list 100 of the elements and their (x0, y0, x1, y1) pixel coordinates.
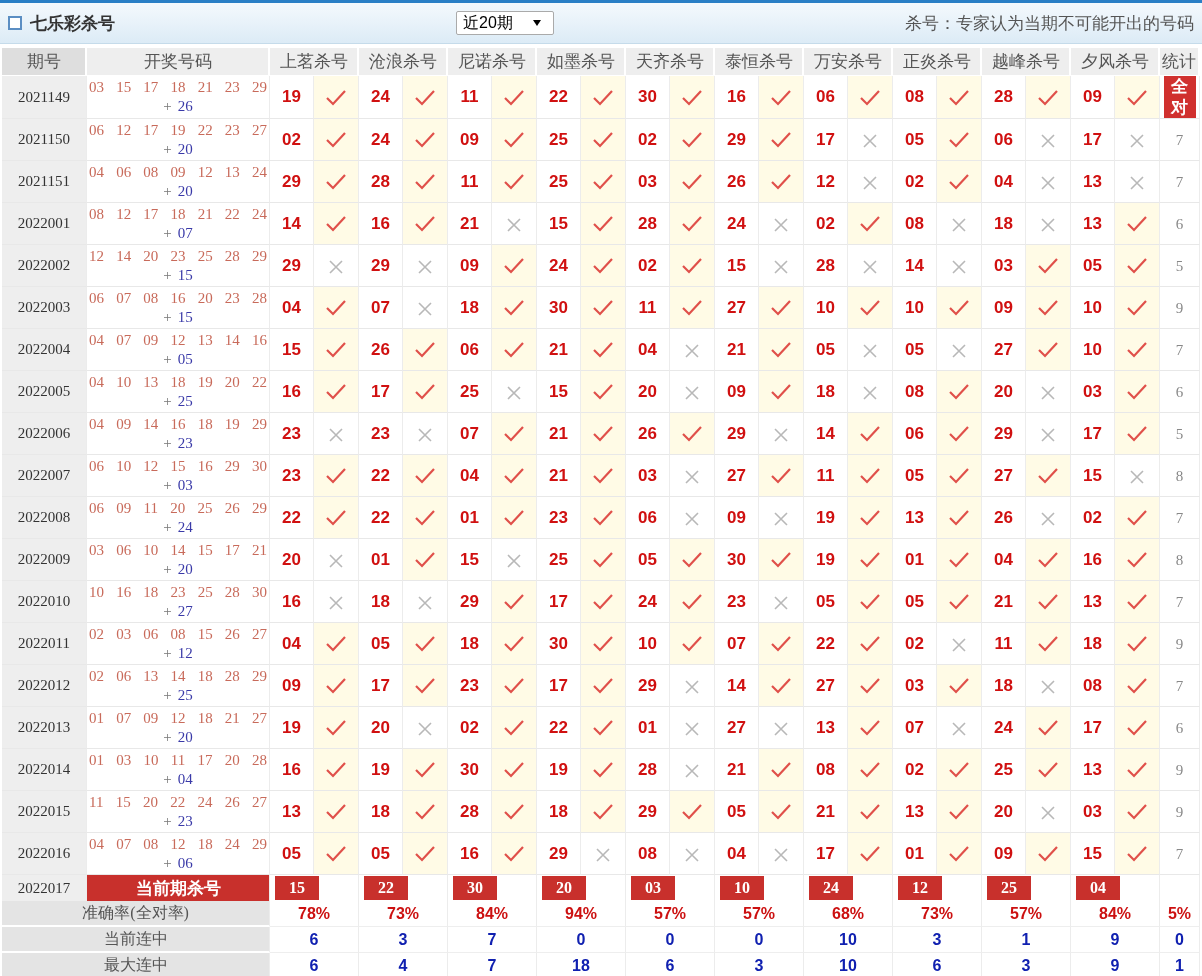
period-cell: 2021151 (2, 161, 87, 203)
draw-number: 12 (170, 708, 186, 728)
draw-number: 29 (224, 456, 240, 476)
draw-number: 25 (197, 582, 213, 602)
kill-number: 23 (359, 413, 403, 455)
kill-number: 04 (626, 329, 670, 371)
draw-number: 21 (251, 540, 267, 560)
draw-number: 27 (251, 708, 267, 728)
kill-number: 16 (270, 581, 314, 623)
draw-number: 15 (197, 624, 213, 644)
draw-number: 11 (89, 792, 104, 812)
summary-value: 3 (932, 930, 942, 948)
kill-number: 18 (982, 665, 1026, 707)
current-kill-number: 10 (720, 876, 764, 900)
draw-number: 08 (89, 204, 104, 224)
plus-sign: + (163, 391, 172, 411)
draw-number: 16 (251, 330, 267, 350)
draw-number: 23 (170, 246, 186, 266)
all-correct-badge: 全对 (1163, 76, 1196, 118)
hit-count: 9 (1175, 803, 1184, 820)
kill-number: 09 (715, 497, 759, 539)
draw-number: 16 (170, 414, 186, 434)
kill-number: 15 (1071, 455, 1115, 497)
draw-number: 10 (116, 372, 132, 392)
draw-number: 22 (224, 204, 240, 224)
plus-sign: + (163, 349, 172, 369)
kill-number: 17 (1071, 119, 1115, 161)
draw-number: 13 (224, 162, 240, 182)
draw-number: 24 (197, 792, 213, 812)
summary-value: 94% (565, 904, 597, 922)
hit-count: 7 (1175, 131, 1184, 148)
summary-value: 84% (476, 904, 508, 922)
draw-number: 06 (89, 288, 104, 308)
draw-number: 16 (170, 288, 186, 308)
draw-number: 14 (170, 540, 186, 560)
draw-number: 17 (224, 540, 240, 560)
current-kill-label: 当前期杀号 (87, 875, 270, 901)
plus-sign: + (163, 811, 172, 831)
caret-icon (533, 20, 541, 26)
draw-number: 01 (89, 708, 104, 728)
draw-number: 08 (143, 162, 159, 182)
draw-number: 10 (143, 750, 159, 770)
current-kill-number: 25 (987, 876, 1031, 900)
special-number: 27 (177, 601, 193, 621)
hit-count: 7 (1175, 509, 1184, 526)
draw-number: 06 (89, 456, 104, 476)
column-header: 统计 (1160, 48, 1200, 76)
draw-number: 30 (251, 456, 267, 476)
draw-number: 20 (170, 498, 186, 518)
kill-number: 15 (448, 539, 492, 581)
draw-number: 16 (116, 582, 132, 602)
draw-number: 25 (197, 246, 213, 266)
hit-count: 7 (1175, 845, 1184, 862)
draw-number: 06 (116, 162, 132, 182)
hit-count: 5 (1175, 425, 1184, 442)
special-number: 20 (177, 139, 193, 159)
kill-number: 29 (715, 413, 759, 455)
draw-number: 26 (224, 624, 240, 644)
draw-number: 28 (224, 582, 240, 602)
draw-number: 14 (116, 246, 132, 266)
draw-number: 23 (224, 288, 240, 308)
special-number: 25 (177, 391, 193, 411)
draw-number: 23 (224, 78, 240, 97)
summary-value: 0 (576, 930, 586, 948)
summary-value: 0 (1175, 930, 1184, 948)
kill-number: 06 (982, 119, 1026, 161)
hit-count: 8 (1175, 467, 1184, 484)
draw-number: 10 (89, 582, 104, 602)
draw-number: 28 (224, 666, 240, 686)
draw-number: 06 (89, 498, 104, 518)
draw-number: 17 (143, 120, 159, 140)
draw-number: 04 (89, 162, 104, 182)
draw-number: 12 (143, 456, 159, 476)
kill-number: 05 (893, 329, 937, 371)
kill-number: 26 (982, 497, 1026, 539)
draw-number: 12 (170, 330, 186, 350)
draw-number: 24 (251, 204, 267, 224)
period-cell: 2022012 (2, 665, 87, 707)
draw-number: 15 (115, 792, 131, 812)
kill-number: 13 (1071, 161, 1115, 203)
draw-number: 22 (251, 372, 267, 392)
summary-value: 7 (487, 930, 497, 948)
kill-number: 05 (804, 329, 848, 371)
period-cell: 2022003 (2, 287, 87, 329)
hit-count: 9 (1175, 299, 1184, 316)
draw-number: 13 (143, 372, 159, 392)
period-cell: 2022008 (2, 497, 87, 539)
kill-number: 29 (359, 245, 403, 287)
draw-number: 25 (197, 498, 213, 518)
period-cell: 2022004 (2, 329, 87, 371)
draw-number: 18 (170, 372, 186, 392)
draw-number: 10 (116, 456, 132, 476)
kill-number: 08 (893, 203, 937, 245)
draw-number: 27 (251, 624, 267, 644)
kill-number: 20 (982, 791, 1026, 833)
column-header: 越峰杀号 (982, 48, 1071, 76)
special-number: 04 (177, 769, 193, 789)
period-select[interactable]: 近20期 (456, 11, 554, 35)
hit-count: 8 (1175, 551, 1184, 568)
summary-label: 最大连中 (2, 953, 270, 976)
